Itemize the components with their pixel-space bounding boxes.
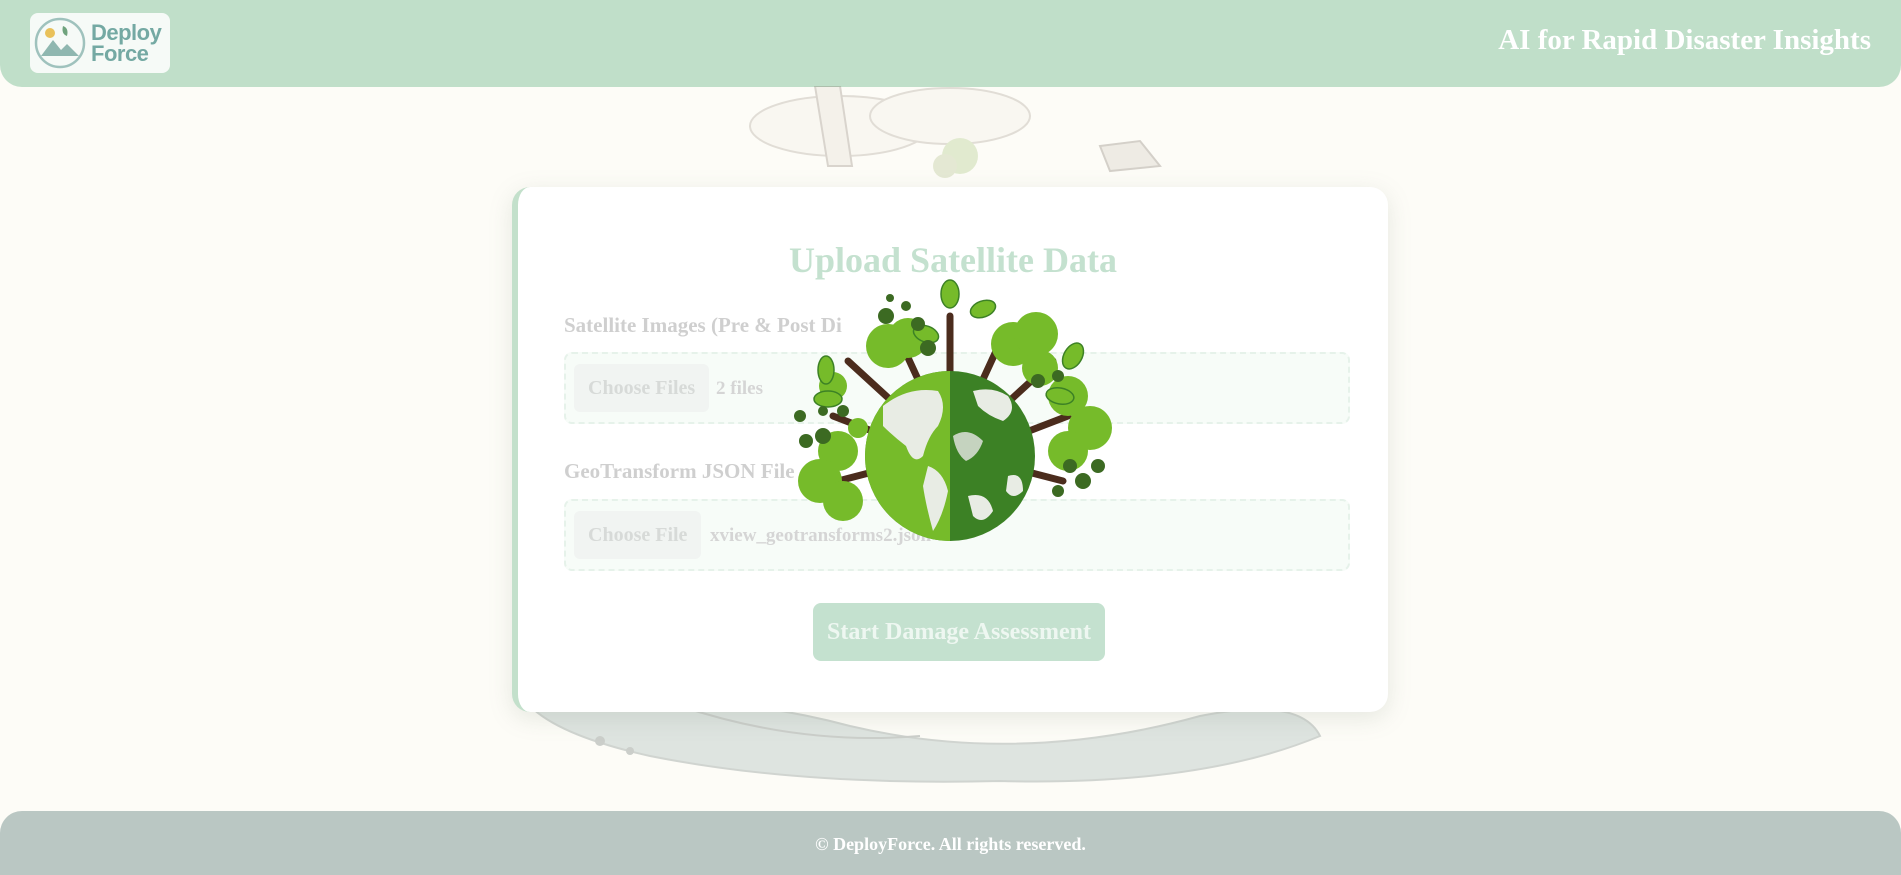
geotransform-label: GeoTransform JSON File	[564, 459, 795, 483]
choose-file-button[interactable]: Choose File	[574, 511, 702, 559]
header: Deploy Force AI for Rapid Disaster Insig…	[0, 0, 1901, 87]
logo-globe-icon	[34, 17, 86, 69]
globe-trees-icon	[794, 279, 1112, 541]
footer: © DeployForce. All rights reserved.	[0, 811, 1901, 875]
card-title: Upload Satellite Data	[789, 240, 1117, 280]
tagline: AI for Rapid Disaster Insights	[1498, 24, 1871, 56]
logo-text: Deploy Force	[91, 20, 162, 66]
logo[interactable]: Deploy Force	[30, 13, 170, 73]
copyright-text: © DeployForce. All rights reserved.	[815, 834, 1086, 854]
selected-files-count: 2 files	[716, 378, 763, 399]
logo-line1: Deploy	[91, 20, 162, 45]
choose-files-button[interactable]: Choose Files	[574, 364, 710, 412]
logo-line2: Force	[91, 41, 149, 66]
start-damage-assessment-button[interactable]: Start Damage Assessment	[813, 603, 1105, 661]
